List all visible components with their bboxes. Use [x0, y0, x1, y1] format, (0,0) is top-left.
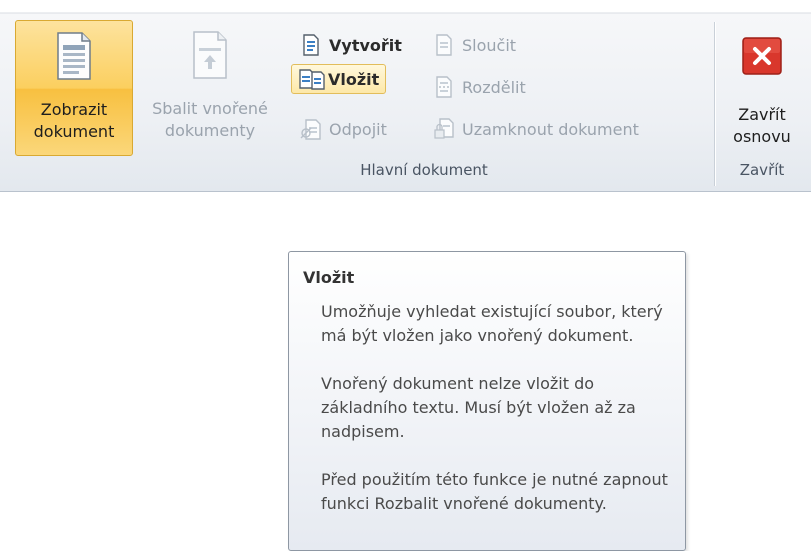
close-icon [740, 36, 784, 80]
split-subdocument-button[interactable]: Rozdělit [428, 72, 532, 102]
create-subdocument-button[interactable]: Vytvořit [295, 30, 408, 60]
unlink-subdocument-button[interactable]: Odpojit [295, 114, 393, 144]
show-document-label: Zobrazit dokument [33, 100, 115, 141]
unlink-subdocument-icon [299, 117, 323, 141]
merge-subdocument-button[interactable]: Sloučit [428, 30, 522, 60]
create-subdocument-icon [299, 33, 323, 57]
split-subdocument-icon [432, 75, 456, 99]
master-document-group-label: Hlavní dokument [360, 161, 488, 179]
tooltip-paragraph: Umožňuje vyhledat existující soubor, kte… [321, 302, 663, 345]
tooltip-title: Vložit [303, 268, 355, 287]
lock-document-button[interactable]: Uzamknout dokument [428, 114, 645, 144]
tooltip-body: Umožňuje vyhledat existující soubor, kte… [321, 300, 673, 540]
unlink-subdocument-label: Odpojit [329, 119, 387, 139]
insert-subdocument-button[interactable]: Vložit [291, 64, 387, 94]
tooltip-paragraph: Před použitím této funkce je nutné zapno… [321, 470, 668, 513]
create-subdocument-label: Vytvořit [329, 35, 402, 55]
close-outline-label: Zavřít osnovu [733, 105, 791, 146]
document-view-icon [54, 31, 94, 85]
merge-subdocument-icon [432, 33, 456, 57]
close-outline-button[interactable]: Zavřít osnovu [722, 20, 802, 156]
show-document-button[interactable]: Zobrazit dokument [15, 20, 133, 156]
insert-tooltip: Vložit Umožňuje vyhledat existující soub… [288, 251, 686, 551]
insert-subdocument-icon [298, 67, 325, 91]
collapse-subdocuments-label: Sbalit vnořené dokumenty [152, 99, 268, 140]
insert-subdocument-label: Vložit [328, 69, 380, 89]
close-group-label: Zavřít [739, 161, 785, 179]
lock-document-icon [432, 117, 456, 141]
collapse-subdocuments-icon [190, 30, 230, 84]
lock-document-label: Uzamknout dokument [462, 119, 639, 139]
merge-subdocument-label: Sloučit [462, 35, 517, 55]
collapse-subdocuments-button[interactable]: Sbalit vnořené dokumenty [135, 20, 285, 156]
split-subdocument-label: Rozdělit [462, 77, 526, 97]
ribbon-outlining-tab: Zobrazit dokument Sbalit vnořené dokumen… [0, 0, 811, 192]
tooltip-paragraph: Vnořený dokument nelze vložit do základn… [321, 374, 636, 441]
